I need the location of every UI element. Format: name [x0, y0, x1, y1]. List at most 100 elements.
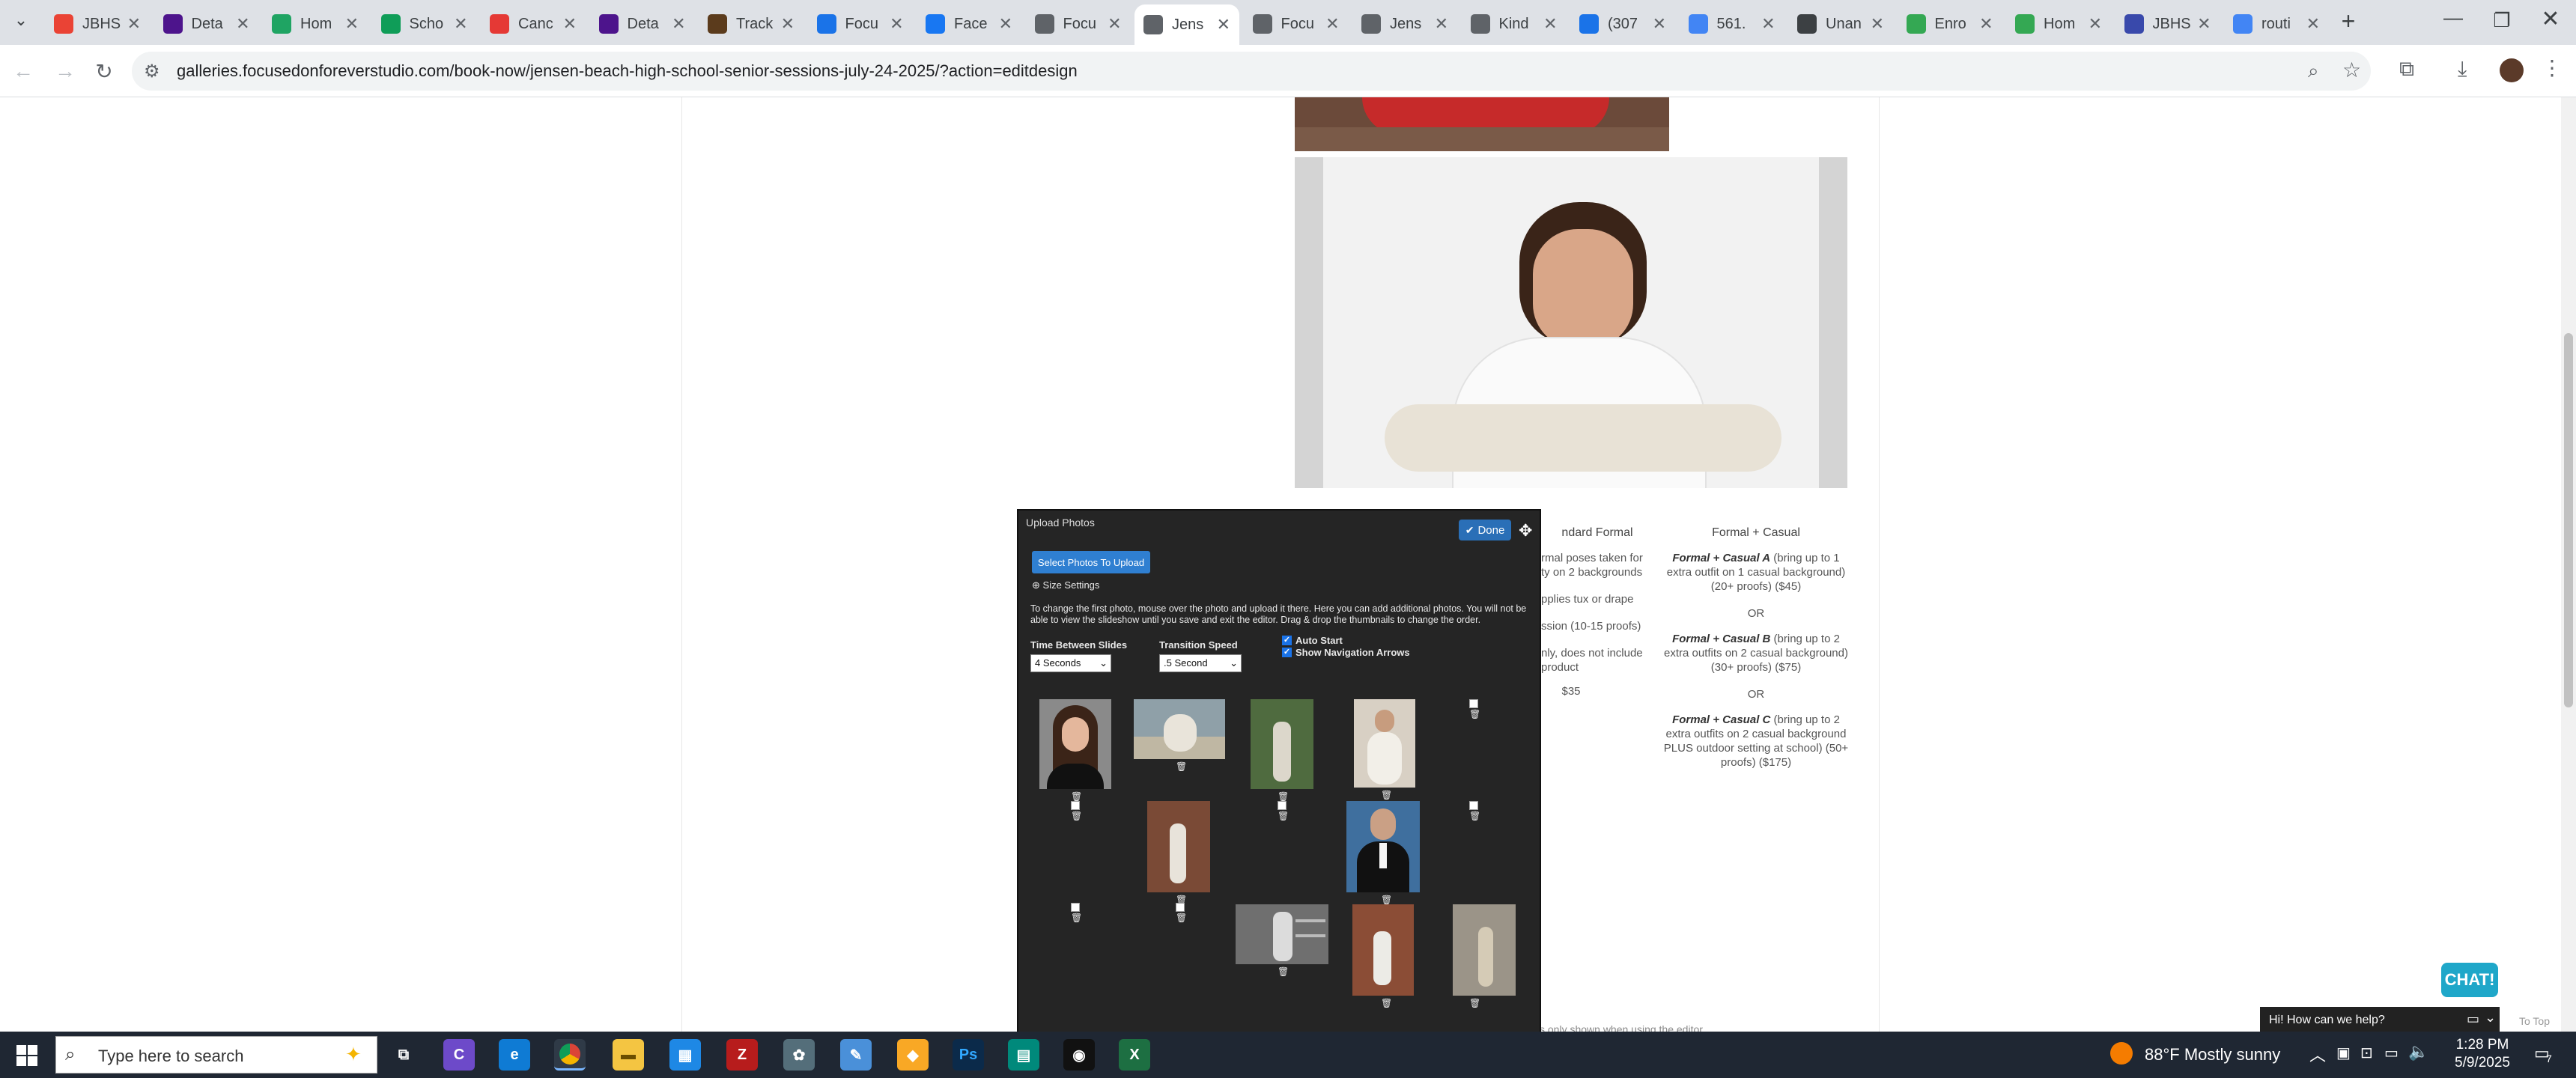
network-icon[interactable]: ▭ [2384, 1044, 2399, 1062]
close-tab-icon[interactable]: ✕ [1543, 14, 1557, 34]
broken-image-icon[interactable] [1176, 903, 1185, 912]
trash-icon[interactable]: 🗑 [1469, 999, 1480, 1008]
close-tab-icon[interactable]: ✕ [454, 14, 467, 34]
browser-tab[interactable]: Face ✕ [917, 6, 1021, 42]
extensions-icon[interactable]: ⧉ [2399, 57, 2426, 84]
browser-tab[interactable]: Focu ✕ [1026, 6, 1131, 42]
file-explorer-icon[interactable]: ▬ [613, 1039, 644, 1071]
close-tab-icon[interactable]: ✕ [2306, 14, 2320, 34]
slideshow-thumbnail[interactable] [1352, 904, 1414, 996]
browser-tab[interactable]: Scho ✕ [372, 6, 477, 42]
site-info-icon[interactable]: ⚙ [144, 61, 160, 82]
close-tab-icon[interactable]: ✕ [1217, 15, 1230, 34]
browser-tab[interactable]: Hom ✕ [263, 6, 368, 42]
photoshop-icon[interactable]: Ps [953, 1039, 984, 1071]
system-clock[interactable]: 1:28 PM 5/9/2025 [2441, 1036, 2524, 1072]
size-settings-toggle[interactable]: ⊕ Size Settings [1032, 579, 1099, 591]
broken-image-icon[interactable] [1071, 903, 1080, 912]
forward-icon[interactable]: → [51, 57, 79, 85]
close-tab-icon[interactable]: ✕ [672, 14, 685, 34]
broken-image-icon[interactable] [1278, 801, 1287, 810]
show-arrows-checkbox[interactable]: ✓ [1282, 648, 1292, 657]
app-icon[interactable]: ▤ [1008, 1039, 1039, 1071]
downloads-icon[interactable]: ⤓ [2458, 57, 2485, 84]
slideshow-thumbnail[interactable] [1147, 801, 1210, 892]
close-tab-icon[interactable]: ✕ [1761, 14, 1775, 34]
trash-icon[interactable]: 🗑 [1381, 791, 1392, 800]
back-icon[interactable]: ← [9, 57, 37, 85]
tray-icon[interactable]: ▣ [2336, 1044, 2351, 1062]
close-tab-icon[interactable]: ✕ [999, 14, 1012, 34]
close-tab-icon[interactable]: ✕ [2197, 14, 2211, 34]
browser-tab[interactable]: 561. ✕ [1680, 6, 1784, 42]
chevron-down-icon[interactable]: ⌄ [2485, 1010, 2496, 1026]
app-icon[interactable]: ✿ [783, 1039, 815, 1071]
browser-tab[interactable]: Focu ✕ [1244, 6, 1349, 42]
trash-icon[interactable]: 🗑 [1071, 811, 1082, 821]
calculator-icon[interactable]: ▦ [669, 1039, 701, 1071]
browser-tab[interactable]: Jens ✕ [1352, 6, 1457, 42]
windows-start-icon[interactable] [16, 1045, 37, 1066]
close-tab-icon[interactable]: ✕ [1653, 14, 1666, 34]
trash-icon[interactable]: 🗑 [1176, 913, 1187, 923]
chat-bubble-icon[interactable]: ▭ [2467, 1011, 2479, 1027]
close-window-icon[interactable]: ✕ [2528, 6, 2573, 39]
trash-icon[interactable]: 🗑 [1176, 762, 1187, 772]
close-tab-icon[interactable]: ✕ [345, 14, 359, 34]
close-tab-icon[interactable]: ✕ [1871, 14, 1884, 34]
close-tab-icon[interactable]: ✕ [127, 14, 141, 34]
trash-icon[interactable]: 🗑 [1278, 967, 1289, 977]
close-tab-icon[interactable]: ✕ [2089, 14, 2102, 34]
browser-tab[interactable]: Enro ✕ [1898, 6, 2002, 42]
tab-search-icon[interactable]: ⌄ [6, 10, 36, 36]
close-tab-icon[interactable]: ✕ [1435, 14, 1448, 34]
show-arrows-option[interactable]: ✓ Show Navigation Arrows [1282, 647, 1410, 658]
auto-start-option[interactable]: ✓ Auto Start [1282, 635, 1343, 646]
app-icon[interactable]: ◉ [1063, 1039, 1095, 1071]
browser-tab[interactable]: Unan ✕ [1788, 6, 1893, 42]
url-text[interactable]: galleries.focusedonforeverstudio.com/boo… [177, 61, 1078, 81]
close-tab-icon[interactable]: ✕ [236, 14, 249, 34]
address-bar[interactable]: ⚙ galleries.focusedonforeverstudio.com/b… [132, 52, 2371, 91]
app-icon[interactable]: ◆ [897, 1039, 929, 1071]
time-between-select[interactable]: 4 Seconds ⌄ [1030, 654, 1111, 672]
browser-tab[interactable]: routi ✕ [2224, 6, 2329, 42]
browser-tab[interactable]: (307 ✕ [1570, 6, 1675, 42]
excel-icon[interactable]: X [1119, 1039, 1150, 1071]
slideshow-thumbnail[interactable] [1354, 699, 1415, 788]
slideshow-thumbnail[interactable] [1134, 699, 1225, 759]
chat-button[interactable]: CHAT! [2441, 963, 2498, 997]
slideshow-thumbnail[interactable] [1346, 801, 1420, 892]
trash-icon[interactable]: 🗑 [1469, 710, 1480, 719]
auto-start-checkbox[interactable]: ✓ [1282, 636, 1292, 645]
weather-text[interactable]: 88°F Mostly sunny [2145, 1045, 2280, 1065]
close-tab-icon[interactable]: ✕ [1325, 14, 1339, 34]
move-handle-icon[interactable]: ✥ [1519, 521, 1532, 540]
close-tab-icon[interactable]: ✕ [1108, 14, 1121, 34]
reload-icon[interactable]: ↻ [90, 57, 118, 85]
browser-tab[interactable]: Deta ✕ [154, 6, 259, 42]
browser-tab[interactable]: Deta ✕ [590, 6, 695, 42]
close-tab-icon[interactable]: ✕ [563, 14, 577, 34]
trash-icon[interactable]: 🗑 [1071, 913, 1082, 923]
chevron-up-icon[interactable]: ︿ [2309, 1042, 2326, 1066]
close-tab-icon[interactable]: ✕ [890, 14, 903, 34]
browser-tab[interactable]: JBHS ✕ [2115, 6, 2220, 42]
slideshow-thumbnail[interactable] [1453, 904, 1516, 996]
volume-icon[interactable]: 🔈 [2408, 1042, 2428, 1062]
chat-prompt-bar[interactable]: Hi! How can we help? ▭ ⌄ [2260, 1007, 2500, 1034]
filezilla-icon[interactable]: Z [726, 1039, 758, 1071]
close-tab-icon[interactable]: ✕ [1979, 14, 1993, 34]
new-tab-icon[interactable]: + [2333, 7, 2363, 37]
trash-icon[interactable]: 🗑 [1381, 999, 1392, 1008]
trash-icon[interactable]: 🗑 [1278, 811, 1289, 821]
slideshow-thumbnail[interactable] [1251, 699, 1313, 789]
trash-icon[interactable]: 🗑 [1469, 811, 1480, 821]
to-top-link[interactable]: To Top [2519, 1015, 2550, 1027]
transition-speed-select[interactable]: .5 Second ⌄ [1159, 654, 1242, 672]
browser-tab[interactable]: Track ✕ [699, 6, 804, 42]
restore-icon[interactable]: ❐ [2483, 9, 2521, 39]
slideshow-thumbnail[interactable] [1236, 904, 1328, 964]
scrollbar-thumb[interactable] [2564, 333, 2573, 707]
browser-tab[interactable]: Canc ✕ [481, 6, 586, 42]
